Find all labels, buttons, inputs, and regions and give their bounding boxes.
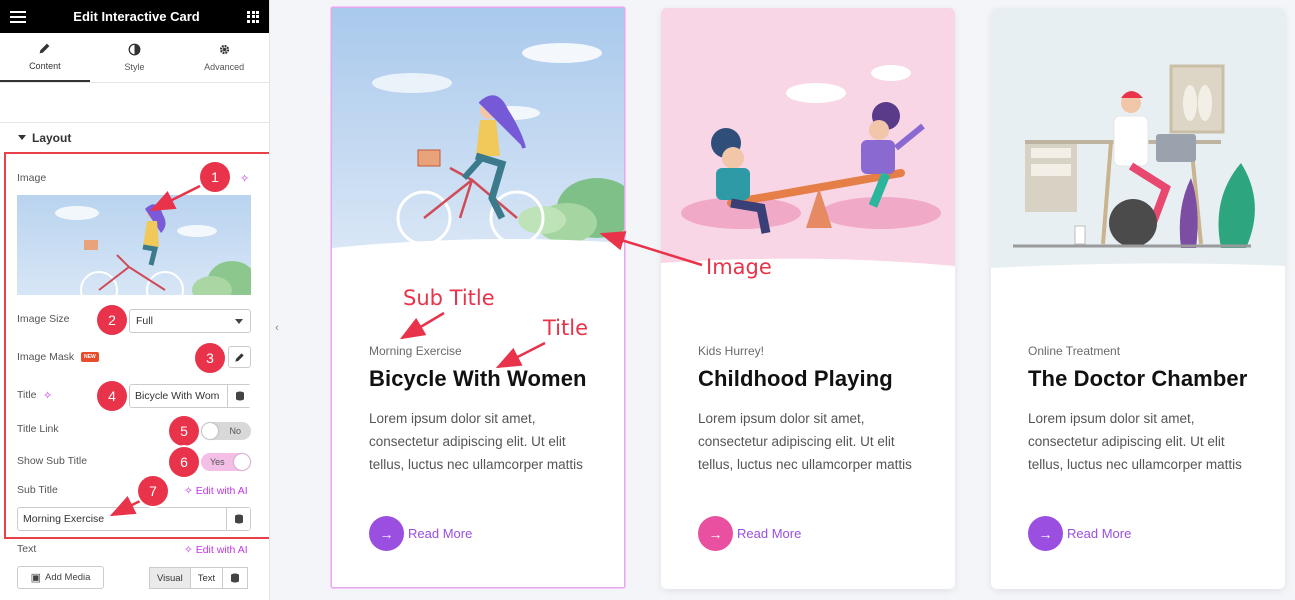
step-marker-4: 4 (97, 381, 127, 411)
toggle-knob (234, 454, 250, 470)
widgets-grid-icon[interactable] (247, 10, 259, 23)
annotation-title: Title (543, 316, 589, 340)
card-text: Lorem ipsum dolor sit amet, consectetur … (698, 411, 912, 472)
sub-title-label: Sub Title (17, 484, 58, 496)
image-size-label: Image Size (17, 313, 70, 325)
tab-text[interactable]: Text (191, 568, 224, 588)
show-sub-title-label: Show Sub Title (17, 455, 88, 467)
arrow-right-icon: → (698, 516, 733, 551)
show-sub-title-toggle-text: Yes (210, 457, 225, 467)
contrast-icon (128, 43, 141, 56)
panel-tabs: Content Style Advanced (0, 33, 269, 83)
read-more-button[interactable]: → Read More (1028, 516, 1131, 551)
annotation-image: Image (706, 255, 772, 279)
image-mask-label: Image Mask (17, 351, 75, 363)
layout-section-header[interactable]: Layout (0, 122, 269, 152)
add-media-button[interactable]: ▣ Add Media (17, 566, 104, 589)
layout-section-title: Layout (32, 130, 72, 145)
sub-title-input-value: Morning Exercise (23, 513, 105, 525)
interactive-card[interactable]: Online Treatment The Doctor Chamber Lore… (991, 8, 1285, 589)
step-marker-6: 6 (169, 447, 199, 477)
media-icon: ▣ (30, 572, 41, 584)
step-marker-5: 5 (169, 416, 199, 446)
title-link-toggle[interactable]: No (201, 422, 251, 440)
caret-down-icon (18, 135, 26, 140)
panel-header: Edit Interactive Card (0, 0, 269, 33)
card-image (991, 8, 1285, 283)
arrow-right-icon: → (1028, 516, 1063, 551)
title-link-toggle-text: No (229, 426, 241, 436)
title-label: Title (17, 389, 37, 401)
annotation-sub-title: Sub Title (403, 286, 495, 310)
card-title[interactable]: The Doctor Chamber (1028, 366, 1247, 392)
read-more-button[interactable]: → Read More (698, 516, 801, 551)
card-image (332, 8, 624, 283)
read-more-label: Read More (1067, 526, 1132, 541)
tab-content[interactable]: Content (0, 33, 90, 82)
new-badge: NEW (81, 352, 99, 362)
panel-title: Edit Interactive Card (73, 9, 200, 24)
title-link-label: Title Link (17, 423, 59, 435)
app: Edit Interactive Card Content Style Adva… (0, 0, 1295, 600)
step-marker-7: 7 (138, 476, 168, 506)
read-more-button[interactable]: → Read More (369, 516, 472, 551)
chevron-down-icon (235, 319, 243, 324)
text-label: Text (17, 543, 37, 555)
card-title[interactable]: Childhood Playing (698, 366, 893, 392)
card-text: Lorem ipsum dolor sit amet, consectetur … (369, 411, 583, 472)
sub-title-edit-with-ai[interactable]: ✧ Edit with AI (184, 485, 248, 497)
sub-title-input[interactable]: Morning Exercise (17, 507, 251, 531)
hamburger-menu-icon[interactable] (10, 10, 26, 23)
read-more-label: Read More (408, 526, 473, 541)
text-edit-with-ai[interactable]: ✧ Edit with AI (184, 544, 248, 556)
dynamic-tags-button[interactable] (227, 385, 251, 407)
arrow-right-icon: → (369, 516, 404, 551)
database-icon (234, 514, 243, 524)
tab-style-label: Style (124, 62, 145, 72)
edit-with-ai-label: Edit with AI (195, 485, 248, 497)
database-icon (235, 391, 244, 401)
toggle-knob (202, 423, 218, 439)
image-label: Image (17, 172, 47, 184)
image-mask-edit-button[interactable] (228, 346, 251, 368)
tab-content-label: Content (29, 61, 61, 71)
title-input-value: Bicycle With Wom (135, 390, 220, 402)
tab-style[interactable]: Style (90, 33, 180, 82)
interactive-card[interactable]: Kids Hurrey! Childhood Playing Lorem ips… (661, 8, 955, 589)
card-subtitle: Online Treatment (1028, 344, 1121, 358)
step-marker-3: 3 (195, 343, 225, 373)
tab-advanced[interactable]: Advanced (179, 33, 269, 82)
read-more-label: Read More (737, 526, 802, 541)
card-subtitle: Kids Hurrey! (698, 344, 765, 358)
image-size-value: Full (136, 315, 153, 327)
card-image (661, 8, 955, 283)
tab-advanced-label: Advanced (204, 62, 245, 72)
pencil-icon (39, 43, 50, 54)
pencil-icon (235, 352, 244, 362)
dynamic-tags-button[interactable] (226, 508, 250, 530)
ai-sparkle-icon[interactable]: ✧ (240, 172, 249, 185)
image-thumbnail[interactable] (17, 195, 251, 295)
card-title[interactable]: Bicycle With Women (369, 366, 587, 392)
editor-panel: Edit Interactive Card Content Style Adva… (0, 0, 270, 600)
image-size-select[interactable]: Full (129, 309, 251, 333)
add-media-label: Add Media (44, 572, 91, 583)
tab-visual[interactable]: Visual (150, 568, 191, 588)
database-icon (231, 573, 240, 583)
dynamic-tags-button[interactable] (223, 568, 247, 588)
editor-mode-tabs: Visual Text (149, 567, 249, 589)
show-sub-title-toggle[interactable]: Yes (201, 453, 251, 471)
ai-sparkle-icon[interactable]: ✧ (43, 389, 52, 402)
panel-collapse-chevron-icon[interactable]: ‹ (270, 320, 284, 336)
step-marker-1: 1 (200, 162, 230, 192)
step-marker-2: 2 (97, 305, 127, 335)
gear-icon (219, 44, 229, 55)
card-subtitle: Morning Exercise (369, 344, 462, 358)
card-text: Lorem ipsum dolor sit amet, consectetur … (1028, 411, 1242, 472)
edit-with-ai-label: Edit with AI (195, 544, 248, 556)
